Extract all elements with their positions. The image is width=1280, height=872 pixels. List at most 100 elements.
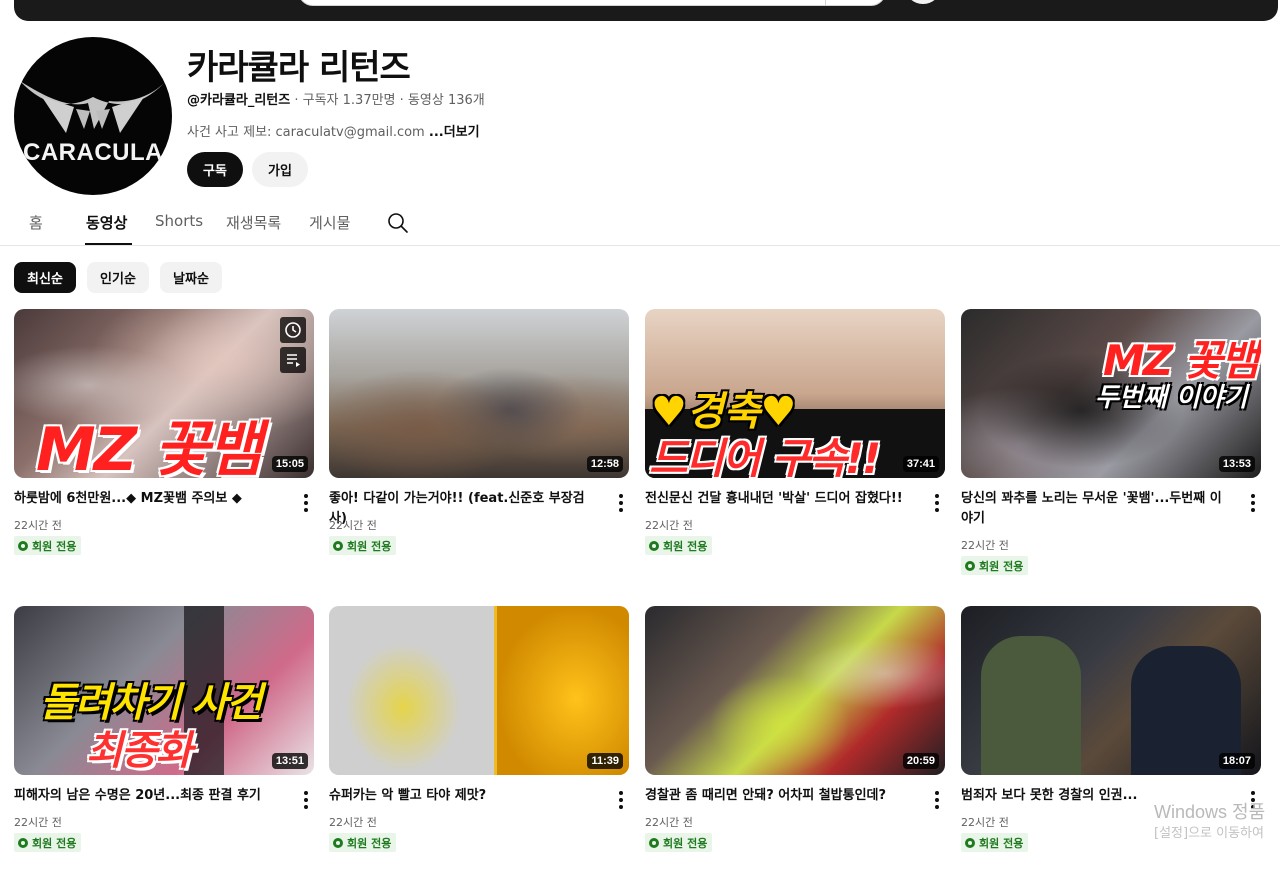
- tab-home[interactable]: 홈: [29, 212, 43, 233]
- chip-latest[interactable]: 최신순: [14, 262, 76, 293]
- video-thumbnail[interactable]: MZ 꽃뱀 15:05: [14, 309, 314, 478]
- member-icon: [18, 540, 28, 551]
- video-card[interactable]: ♥경축♥ 드디어 구속!! 37:41 전신문신 건달 흉내내던 '박살' 드디…: [645, 309, 945, 589]
- thumb-scene: [329, 606, 494, 775]
- video-title[interactable]: 슈퍼카는 악 빨고 타야 제맛?: [329, 786, 591, 806]
- members-only-badge: 회원 전용: [329, 536, 397, 555]
- more-link[interactable]: ...더보기: [429, 125, 480, 140]
- tab-playlists[interactable]: 재생목록: [226, 212, 281, 233]
- activation-watermark-subtitle: [설정]으로 이동하여: [1154, 826, 1264, 841]
- badge-label: 회원 전용: [979, 559, 1024, 573]
- upload-time: 22시간 전: [329, 816, 377, 829]
- channel-description[interactable]: 사건 사고 제보: caraculatv@gmail.com ...더보기: [187, 121, 480, 140]
- upload-time: 22시간 전: [14, 816, 62, 829]
- tab-posts[interactable]: 게시물: [309, 212, 350, 233]
- more-actions-icon[interactable]: [613, 790, 629, 810]
- video-card[interactable]: 12:58 좋아! 다같이 가는거야!! (feat.신준호 부장검사) 22시…: [329, 309, 629, 589]
- video-title[interactable]: 전신문신 건달 흉내내던 '박살' 드디어 잡혔다!!: [645, 489, 907, 509]
- video-title[interactable]: 하룻밤에 6천만원...◆ MZ꽃뱀 주의보 ◆: [14, 489, 276, 509]
- more-actions-icon[interactable]: [929, 790, 945, 810]
- video-thumbnail[interactable]: ♥경축♥ 드디어 구속!! 37:41: [645, 309, 945, 478]
- duration-badge: 13:53: [1218, 456, 1255, 472]
- search-divider: [825, 0, 826, 5]
- logo-text: CARACULA: [23, 139, 163, 166]
- more-actions-icon[interactable]: [929, 493, 945, 513]
- thumb-car: [497, 606, 629, 775]
- video-title[interactable]: 경찰관 좀 때리면 안돼? 어차피 철밥통인데?: [645, 786, 907, 806]
- member-icon: [965, 837, 975, 848]
- chip-oldest[interactable]: 날짜순: [160, 262, 222, 293]
- duration-badge: 12:58: [586, 456, 623, 472]
- members-only-badge: 회원 전용: [14, 536, 82, 555]
- member-icon: [649, 540, 659, 551]
- badge-label: 회원 전용: [663, 836, 708, 850]
- badge-label: 회원 전용: [347, 539, 392, 553]
- video-card[interactable]: MZ 꽃뱀 15:05 하룻밤에 6천만원...◆ MZ꽃뱀 주의보 ◆ 22시…: [14, 309, 314, 589]
- member-icon: [18, 837, 28, 848]
- duration-badge: 13:51: [271, 753, 308, 769]
- thumb-overlay-text: 최종화: [86, 728, 192, 774]
- badge-label: 회원 전용: [979, 836, 1024, 850]
- active-tab-indicator: [85, 243, 132, 245]
- channel-tabs: 홈 동영상 Shorts 재생목록 게시물: [0, 200, 1280, 246]
- video-card[interactable]: 11:39 슈퍼카는 악 빨고 타야 제맛? 22시간 전 회원 전용: [329, 606, 629, 872]
- video-card[interactable]: 20:59 경찰관 좀 때리면 안돼? 어차피 철밥통인데? 22시간 전 회원…: [645, 606, 945, 872]
- members-only-badge: 회원 전용: [645, 536, 713, 555]
- meta-separator: ·: [294, 93, 303, 108]
- badge-label: 회원 전용: [663, 539, 708, 553]
- video-card[interactable]: 돌려차기 사건 최종화 13:51 피해자의 남은 수명은 20년...최종 판…: [14, 606, 314, 872]
- subscriber-count: 구독자 1.37만명: [302, 93, 396, 108]
- hover-actions: [280, 317, 306, 377]
- chip-popular[interactable]: 인기순: [87, 262, 149, 293]
- duration-badge: 11:39: [587, 753, 623, 769]
- video-thumbnail[interactable]: 20:59: [645, 606, 945, 775]
- member-icon: [649, 837, 659, 848]
- video-count: 동영상 136개: [407, 93, 485, 108]
- top-search-box[interactable]: [298, 0, 886, 6]
- thumb-overlay-text: 드디어 구속!!: [649, 434, 881, 478]
- subscribe-button[interactable]: 구독: [187, 152, 243, 187]
- duration-badge: 37:41: [902, 456, 939, 472]
- badge-label: 회원 전용: [347, 836, 392, 850]
- video-title[interactable]: 당신의 꽈추를 노리는 무서운 '꽃뱀'...두번째 이야기: [961, 489, 1223, 529]
- more-actions-icon[interactable]: [298, 790, 314, 810]
- duration-badge: 15:05: [271, 456, 308, 472]
- channel-meta: @카라큘라_리턴즈 · 구독자 1.37만명 · 동영상 136개: [187, 89, 485, 108]
- join-button[interactable]: 가입: [252, 152, 308, 187]
- thumb-overlay-text: 두번째 이야기: [1095, 383, 1248, 413]
- more-actions-icon[interactable]: [613, 493, 629, 513]
- activation-watermark-title: Windows 정품: [1154, 802, 1266, 822]
- thumb-overlay-text: MZ 꽃뱀: [36, 415, 263, 478]
- watch-later-icon[interactable]: [280, 317, 306, 343]
- upload-time: 22시간 전: [329, 519, 377, 532]
- video-thumbnail[interactable]: 11:39: [329, 606, 629, 775]
- tab-videos[interactable]: 동영상: [86, 212, 127, 233]
- upload-time: 22시간 전: [961, 539, 1009, 552]
- video-thumbnail[interactable]: 돌려차기 사건 최종화 13:51: [14, 606, 314, 775]
- channel-name: 카라큘라 리턴즈: [187, 48, 411, 88]
- thumb-scene: [645, 606, 945, 775]
- upload-time: 22시간 전: [645, 519, 693, 532]
- members-only-badge: 회원 전용: [329, 833, 397, 852]
- description-text: 사건 사고 제보: caraculatv@gmail.com: [187, 125, 425, 140]
- thumb-scene: [329, 309, 629, 478]
- video-thumbnail[interactable]: 18:07: [961, 606, 1261, 775]
- tab-shorts[interactable]: Shorts: [155, 212, 203, 230]
- video-thumbnail[interactable]: 12:58: [329, 309, 629, 478]
- badge-label: 회원 전용: [32, 836, 77, 850]
- search-icon[interactable]: [386, 211, 410, 235]
- more-actions-icon[interactable]: [1245, 493, 1261, 513]
- add-to-queue-icon[interactable]: [280, 347, 306, 373]
- fangs-logo-icon: [20, 81, 166, 133]
- channel-handle[interactable]: @카라큘라_리턴즈: [187, 93, 290, 108]
- thumb-person-left: [981, 636, 1081, 775]
- video-title[interactable]: 피해자의 남은 수명은 20년...최종 판결 후기: [14, 786, 276, 806]
- more-actions-icon[interactable]: [298, 493, 314, 513]
- video-thumbnail[interactable]: MZ 꽃뱀 두번째 이야기 13:53: [961, 309, 1261, 478]
- member-icon: [333, 837, 343, 848]
- video-card[interactable]: MZ 꽃뱀 두번째 이야기 13:53 당신의 꽈추를 노리는 무서운 '꽃뱀'…: [961, 309, 1261, 589]
- badge-label: 회원 전용: [32, 539, 77, 553]
- upload-time: 22시간 전: [961, 816, 1009, 829]
- channel-avatar: CARACULA: [14, 37, 172, 195]
- members-only-badge: 회원 전용: [14, 833, 82, 852]
